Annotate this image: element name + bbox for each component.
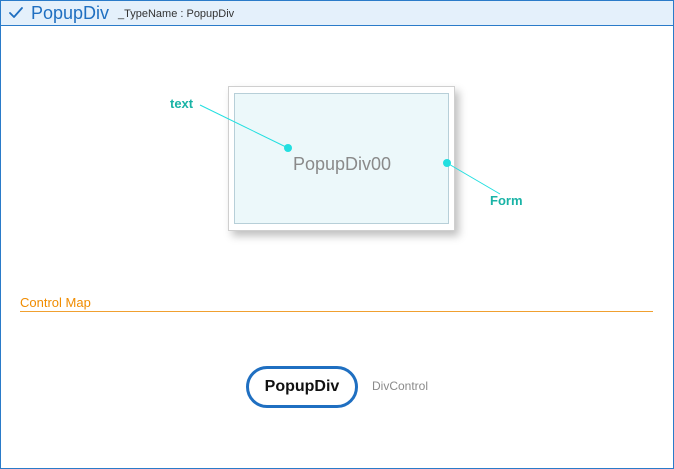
type-name-label: _TypeName : PopupDiv	[118, 8, 235, 20]
popupdiv-preview: PopupDiv00	[228, 86, 455, 231]
annotation-form: Form	[490, 193, 523, 208]
control-node-popupdiv: PopupDiv	[246, 366, 358, 408]
control-map-title: Control Map	[20, 295, 91, 310]
control-map-divider	[20, 311, 653, 312]
control-node-description: DivControl	[372, 379, 429, 393]
check-icon	[9, 7, 23, 18]
annotation-text: text	[170, 96, 194, 111]
page-title: PopupDiv	[31, 3, 110, 23]
popupdiv-form-area: PopupDiv00	[234, 93, 449, 224]
popupdiv-text: PopupDiv00	[293, 154, 392, 174]
title-bar: PopupDiv _TypeName : PopupDiv	[1, 1, 673, 26]
